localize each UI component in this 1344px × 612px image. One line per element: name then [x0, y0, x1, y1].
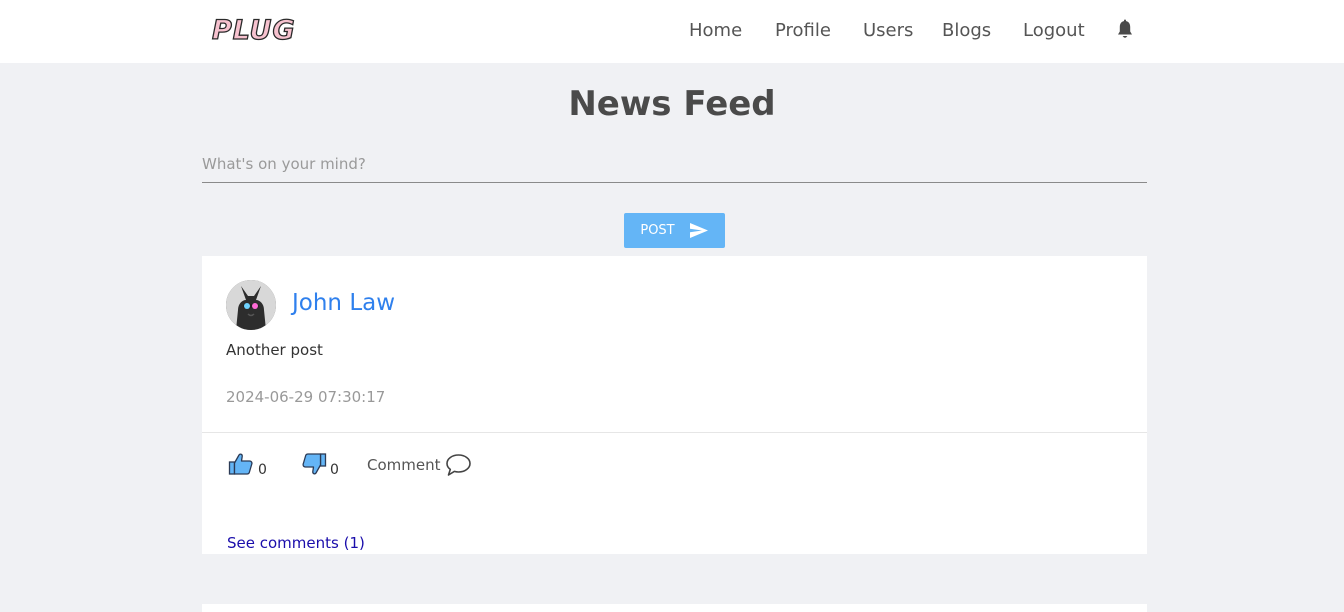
see-comments-link[interactable]: See comments (1): [227, 533, 365, 553]
post-timestamp: 2024-06-29 07:30:17: [226, 388, 386, 406]
post-text: Another post: [226, 341, 323, 359]
like-count: 0: [258, 462, 267, 478]
next-post-card: [202, 604, 1147, 612]
thumbs-down-icon: [302, 453, 327, 475]
post-button-label: POST: [640, 223, 675, 238]
thumbs-up-icon: [228, 453, 253, 475]
post-author[interactable]: John Law: [292, 288, 395, 318]
top-navbar: PLUG Home Profile Users Blogs Logout: [0, 0, 1344, 63]
nav-users[interactable]: Users: [863, 19, 913, 43]
page-title: News Feed: [568, 84, 776, 124]
dislike-count: 0: [330, 462, 339, 478]
nav-logout[interactable]: Logout: [1023, 19, 1085, 43]
nav-profile[interactable]: Profile: [775, 19, 831, 43]
nav-blogs[interactable]: Blogs: [942, 19, 991, 43]
comment-label: Comment: [367, 456, 441, 474]
nav-home[interactable]: Home: [689, 19, 742, 43]
dislike-button[interactable]: [301, 451, 327, 477]
brand-logo[interactable]: PLUG: [211, 14, 296, 48]
avatar[interactable]: [226, 280, 276, 330]
comment-button[interactable]: Comment: [367, 453, 472, 477]
card-divider: [202, 432, 1147, 433]
send-icon: [689, 223, 708, 238]
post-input[interactable]: [202, 146, 1147, 183]
post-button[interactable]: POST: [624, 213, 725, 248]
bell-icon[interactable]: [1115, 19, 1135, 41]
like-button[interactable]: [228, 451, 254, 477]
speech-bubble-icon: [445, 454, 471, 476]
post-card: John Law Another post 2024-06-29 07:30:1…: [202, 256, 1147, 554]
